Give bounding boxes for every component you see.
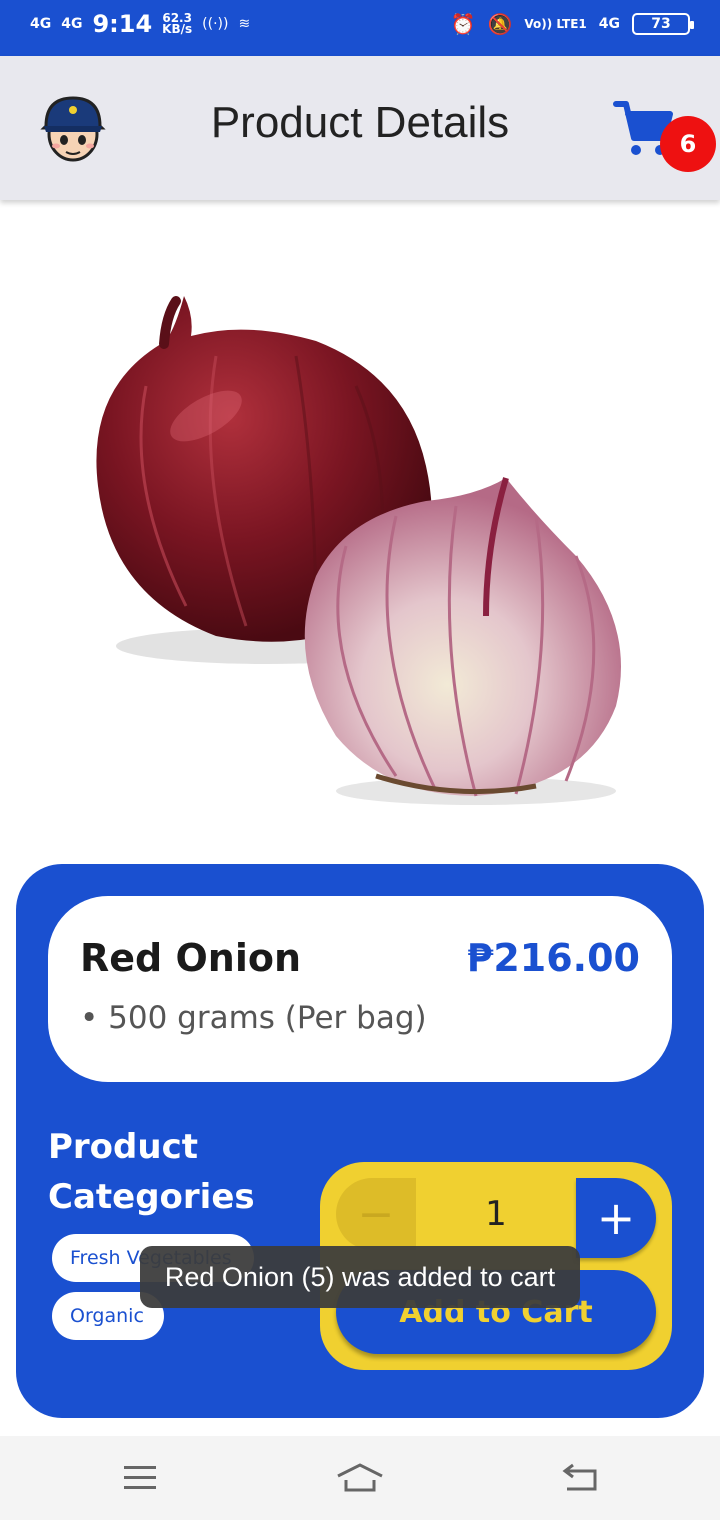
product-name: Red Onion (80, 936, 302, 980)
signal-1: 4G (30, 16, 52, 32)
back-icon[interactable] (550, 1456, 610, 1500)
hotspot-icon: ((·)) (202, 16, 229, 32)
product-unit: • 500 grams (Per bag) (80, 1000, 427, 1036)
status-time: 9:14 (92, 10, 153, 38)
cart-count-badge: 6 (660, 116, 716, 172)
product-info-card: Red Onion ₱216.00 • 500 grams (Per bag) (48, 896, 672, 1082)
home-icon[interactable] (330, 1456, 390, 1500)
data-saver-icon: ≋ (238, 16, 251, 32)
app-header: Product Details 6 (0, 56, 720, 200)
network-speed: 62.3 KB/s (162, 11, 193, 36)
alarm-icon: ⏰ (450, 12, 476, 36)
system-nav-bar (0, 1436, 720, 1520)
categories-heading: Product Categories (48, 1127, 255, 1217)
mute-icon: 🔕 (487, 12, 513, 36)
product-price: ₱216.00 (466, 936, 640, 980)
battery-indicator: 73 (632, 13, 694, 35)
volte-indicator: Vo)) LTE1 (524, 17, 587, 31)
signal-2: 4G (61, 16, 83, 32)
quantity-decrease-button[interactable]: − (336, 1178, 416, 1250)
status-bar: 4G 4G 9:14 62.3 KB/s ((·)) ≋ ⏰ 🔕 Vo)) LTE… (0, 0, 720, 56)
quantity-value: 1 (485, 1194, 507, 1234)
product-image (16, 216, 704, 856)
details-panel: Red Onion ₱216.00 • 500 grams (Per bag) … (16, 864, 704, 1418)
net-indicator: 4G (598, 16, 620, 32)
added-to-cart-toast: Red Onion (5) was added to cart (140, 1246, 580, 1308)
menu-icon[interactable] (110, 1456, 170, 1500)
quantity-increase-button[interactable]: + (576, 1178, 656, 1258)
